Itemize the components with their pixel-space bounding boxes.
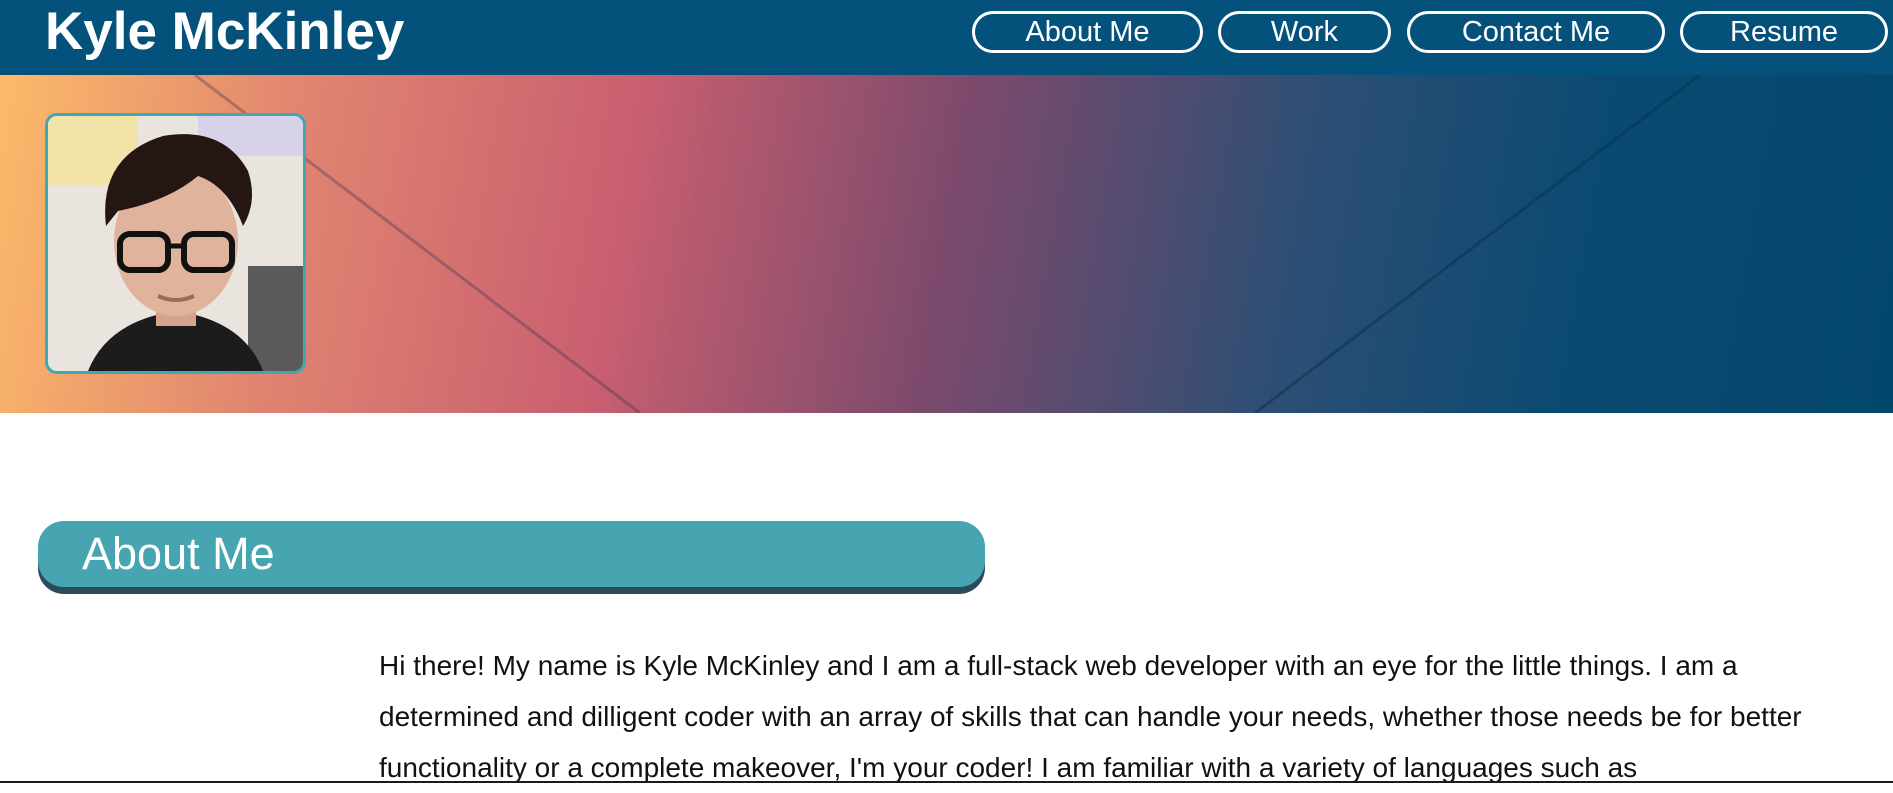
- profile-photo: [45, 113, 306, 374]
- profile-photo-icon: [48, 116, 303, 371]
- site-title: Kyle McKinley: [45, 2, 405, 61]
- about-me-text: Hi there! My name is Kyle McKinley and I…: [379, 650, 1802, 783]
- site-header: Kyle McKinley About Me Work Contact Me R…: [0, 0, 1893, 75]
- nav-contact-me-button[interactable]: Contact Me: [1407, 11, 1665, 53]
- about-me-heading: About Me: [82, 528, 275, 579]
- nav-work-button[interactable]: Work: [1218, 11, 1391, 53]
- hero-banner: [0, 75, 1893, 413]
- about-me-section-header: About Me: [38, 521, 985, 587]
- nav-resume-button[interactable]: Resume: [1680, 11, 1888, 53]
- nav-about-me-button[interactable]: About Me: [972, 11, 1203, 53]
